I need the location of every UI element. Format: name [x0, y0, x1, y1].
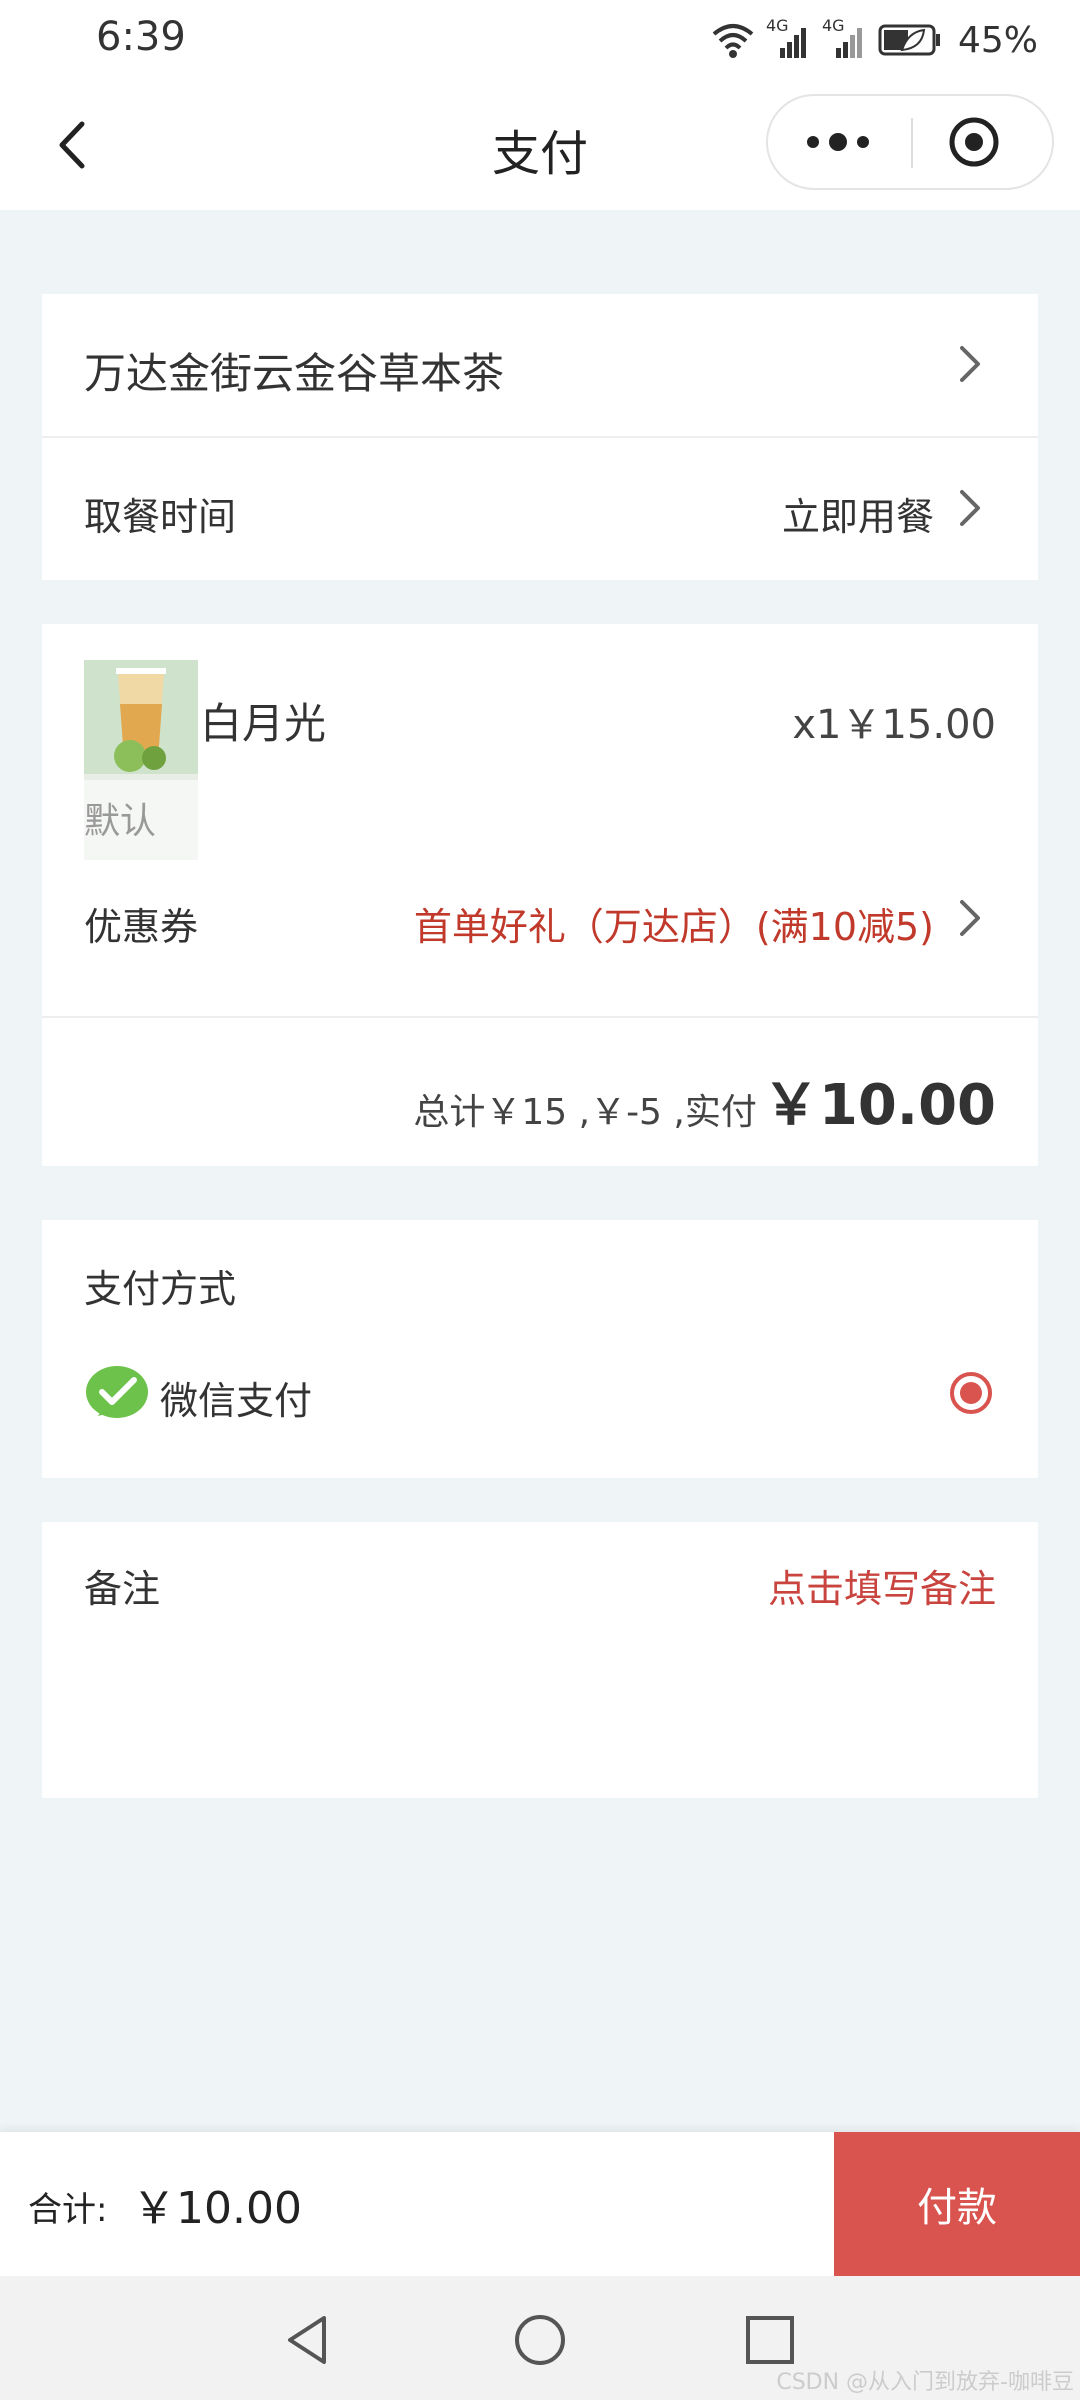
chevron-right-icon: [960, 900, 980, 936]
bottom-total-label: 合计:: [28, 2190, 108, 2230]
wechat-pay-option[interactable]: 微信支付: [42, 1360, 1038, 1460]
remark-card: 备注 点击填写备注: [42, 1522, 1038, 1798]
nav-back-triangle-icon[interactable]: [280, 2312, 336, 2368]
coupon-value: 首单好礼（万达店）(满10减5): [413, 905, 934, 949]
nav-recents-square-icon[interactable]: [744, 2314, 796, 2366]
close-miniprogram-icon[interactable]: [948, 116, 1000, 168]
store-card: 万达金街云金谷草本茶 取餐时间 立即用餐: [42, 294, 1038, 580]
product-row: 白月光 x1￥15.00 默认: [42, 624, 1038, 860]
miniprogram-capsule: [766, 94, 1054, 190]
signal-icon-2: 4G: [822, 16, 868, 60]
coupon-label: 优惠券: [84, 905, 199, 949]
store-name: 万达金街云金谷草本茶: [84, 349, 505, 398]
divider: [42, 1016, 1038, 1018]
pay-button[interactable]: 付款: [834, 2132, 1080, 2276]
battery-percent: 45%: [957, 19, 1038, 61]
status-bar: 6:39 4G 4G 45%: [0, 0, 1080, 80]
coupon-row[interactable]: 优惠券 首单好礼（万达店）(满10减5): [42, 864, 1038, 980]
remark-input-link[interactable]: 点击填写备注: [768, 1558, 996, 1613]
remark-label: 备注: [84, 1567, 161, 1611]
product-qty-price: x1￥15.00: [792, 702, 996, 748]
system-nav-bar: CSDN @从入门到放弃-咖啡豆: [0, 2276, 1080, 2400]
pickup-time-value: 立即用餐: [781, 495, 934, 539]
wechat-pay-icon: [86, 1366, 148, 1418]
order-total-summary: 总计￥15 ,￥-5 ,实付 ￥10.00: [413, 1060, 996, 1141]
payment-card: 支付方式 微信支付: [42, 1220, 1038, 1478]
battery-icon: [878, 24, 940, 56]
nav-home-circle-icon[interactable]: [512, 2312, 568, 2368]
order-card: 白月光 x1￥15.00 默认 优惠券 首单好礼（万达店）(满10减5) 总计￥…: [42, 624, 1038, 1166]
product-name: 白月光: [200, 699, 327, 748]
watermark-text: CSDN @从入门到放弃-咖啡豆: [776, 2370, 1074, 2395]
chevron-right-icon: [960, 346, 980, 382]
more-button[interactable]: [768, 96, 908, 188]
signal-icon: 4G: [766, 16, 812, 60]
bottom-total-value: ￥10.00: [132, 2183, 302, 2234]
more-dots-icon: [807, 133, 869, 151]
nav-bar: 支付: [0, 80, 1080, 210]
product-spec: 默认: [84, 801, 157, 842]
store-row[interactable]: 万达金街云金谷草本茶: [42, 294, 1038, 436]
paid-amount: ￥10.00: [762, 1073, 996, 1138]
wechat-pay-label: 微信支付: [160, 1379, 313, 1423]
chevron-right-icon: [960, 490, 980, 526]
radio-selected-icon[interactable]: [948, 1370, 994, 1416]
status-icons: 4G 4G 45%: [710, 16, 1038, 64]
pickup-time-row[interactable]: 取餐时间 立即用餐: [42, 438, 1038, 580]
pickup-time-label: 取餐时间: [84, 495, 237, 539]
total-breakdown: 总计￥15 ,￥-5 ,实付: [413, 1092, 757, 1133]
payment-section-title: 支付方式: [84, 1267, 237, 1311]
wifi-icon: [712, 24, 754, 58]
checkout-bar: 合计: ￥10.00 付款: [0, 2132, 1080, 2276]
status-time: 6:39: [96, 14, 186, 60]
capsule-divider: [911, 118, 913, 168]
